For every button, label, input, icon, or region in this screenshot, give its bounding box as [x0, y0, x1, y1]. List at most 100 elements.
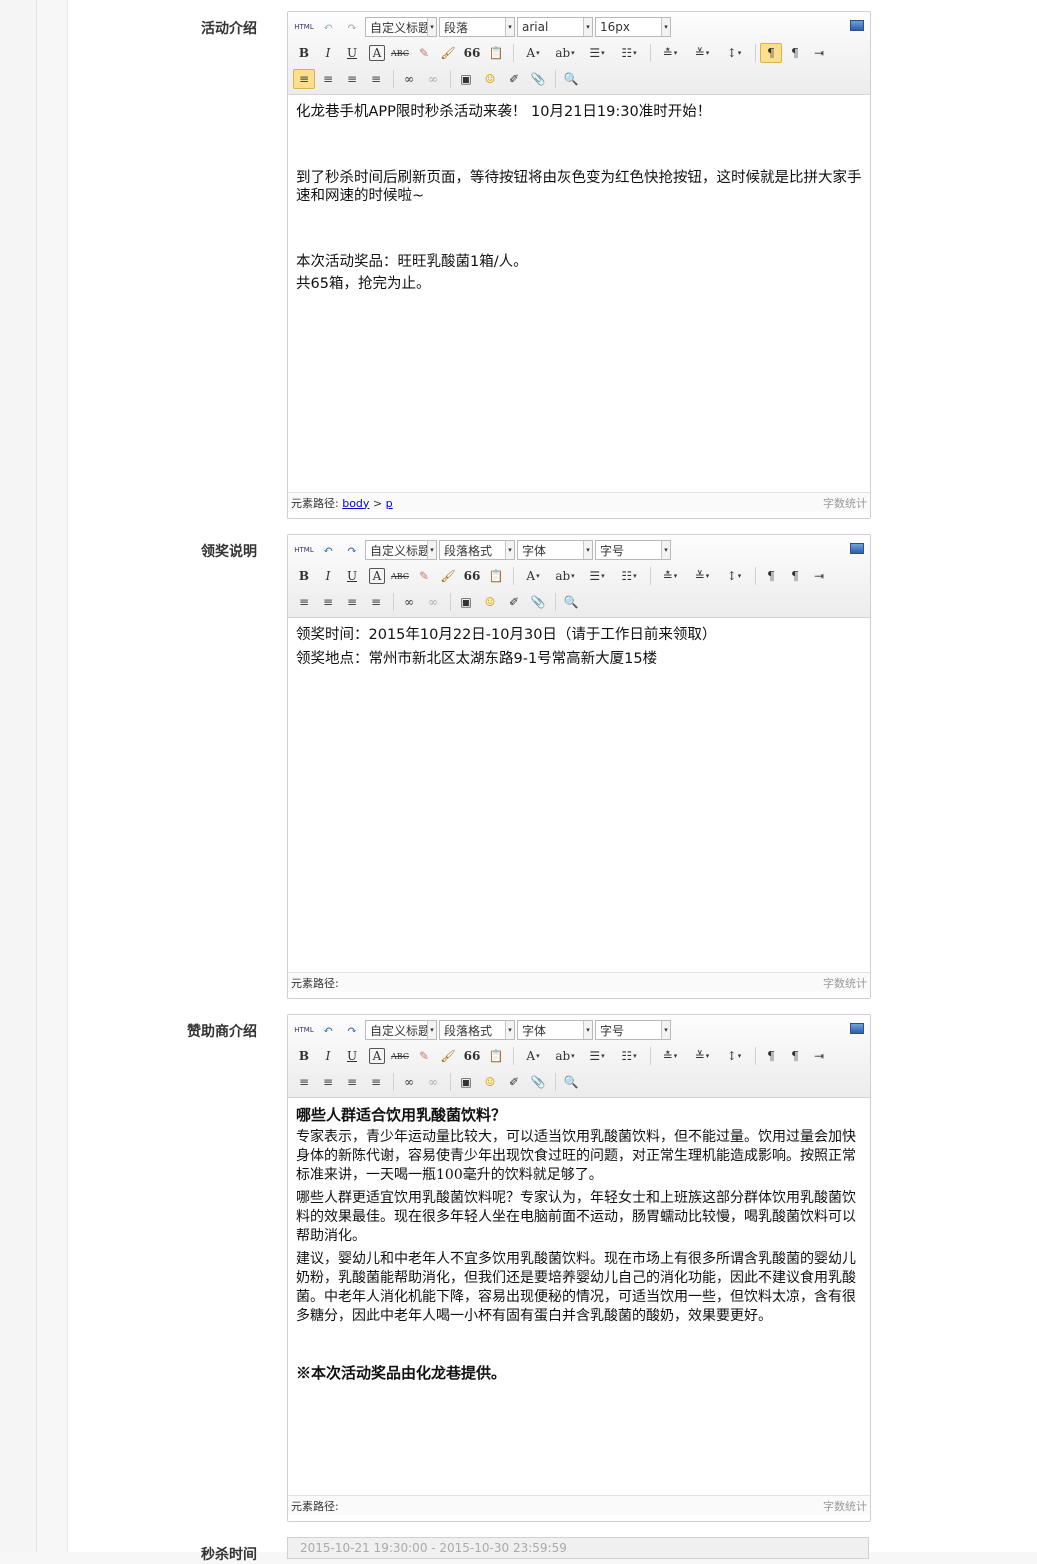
paste-plain-icon[interactable]: 📋: [485, 566, 507, 586]
eraser-icon[interactable]: ✎: [413, 566, 435, 586]
image-icon[interactable]: ▣: [455, 1072, 477, 1092]
emoticon-icon[interactable]: ☺: [479, 69, 501, 89]
font-family-select[interactable]: 字体 ▾: [517, 1020, 593, 1040]
font-family-select[interactable]: arial ▾: [517, 17, 593, 37]
indent-icon[interactable]: ⇥: [808, 43, 830, 63]
editor-content[interactable]: 哪些人群适合饮用乳酸菌饮料？ 专家表示，青少年运动量比较大，可以适当饮用乳酸菌饮…: [288, 1098, 870, 1495]
font-color-button[interactable]: A ▾: [518, 566, 548, 586]
indent-icon[interactable]: ⇥: [808, 1046, 830, 1066]
ordered-list-icon[interactable]: ☰ ▾: [582, 566, 612, 586]
highlight-color-icon[interactable]: ab ▾: [550, 566, 580, 586]
align-justify-icon[interactable]: ≡: [365, 592, 387, 612]
format-brush-icon[interactable]: 🖌: [437, 566, 459, 586]
underline-button[interactable]: U: [341, 566, 363, 586]
strikethrough-button[interactable]: ABC: [389, 566, 411, 586]
search-icon[interactable]: 🔍: [560, 69, 582, 89]
underline-button[interactable]: U: [341, 43, 363, 63]
redo-icon[interactable]: ↷: [341, 17, 363, 37]
attachment-icon[interactable]: 📎: [527, 1072, 549, 1092]
format-brush-icon[interactable]: 🖌: [437, 43, 459, 63]
search-icon[interactable]: 🔍: [560, 592, 582, 612]
link-icon[interactable]: ∞: [398, 592, 420, 612]
word-count[interactable]: 字数统计: [823, 975, 867, 991]
blockquote-button[interactable]: 66: [461, 1046, 483, 1066]
highlight-color-icon[interactable]: ab ▾: [550, 1046, 580, 1066]
row-spacing-top-icon[interactable]: ≛ ▾: [655, 43, 685, 63]
align-center-icon[interactable]: ≡: [317, 592, 339, 612]
fullscreen-icon[interactable]: [850, 543, 864, 554]
path-link-p[interactable]: p: [386, 497, 393, 510]
align-right-icon[interactable]: ≡: [341, 69, 363, 89]
align-left-icon[interactable]: ≡: [293, 592, 315, 612]
paste-plain-icon[interactable]: 📋: [485, 43, 507, 63]
fontborder-button[interactable]: A: [369, 1048, 385, 1064]
eraser-icon[interactable]: ✎: [413, 1046, 435, 1066]
strikethrough-button[interactable]: ABC: [389, 43, 411, 63]
ordered-list-icon[interactable]: ☰ ▾: [582, 43, 612, 63]
align-justify-icon[interactable]: ≡: [365, 69, 387, 89]
row-spacing-top-icon[interactable]: ≛ ▾: [655, 1046, 685, 1066]
bold-button[interactable]: B: [293, 43, 315, 63]
font-size-select[interactable]: 字号 ▾: [595, 540, 671, 560]
heading-select[interactable]: 自定义标题 ▾: [365, 540, 437, 560]
blockquote-button[interactable]: 66: [461, 566, 483, 586]
unordered-list-icon[interactable]: ☷ ▾: [614, 1046, 644, 1066]
unordered-list-icon[interactable]: ☷ ▾: [614, 43, 644, 63]
row-spacing-bottom-icon[interactable]: ≚ ▾: [687, 1046, 717, 1066]
redo-icon[interactable]: ↷: [341, 1020, 363, 1040]
paragraph-select[interactable]: 段落 ▾: [439, 17, 515, 37]
italic-button[interactable]: I: [317, 43, 339, 63]
emoticon-icon[interactable]: ☺: [479, 1072, 501, 1092]
seckill-time-input[interactable]: 2015-10-21 19:30:00 - 2015-10-30 23:59:5…: [287, 1537, 869, 1559]
eraser-icon[interactable]: ✎: [413, 43, 435, 63]
strikethrough-button[interactable]: ABC: [389, 1046, 411, 1066]
align-right-icon[interactable]: ≡: [341, 592, 363, 612]
fullscreen-icon[interactable]: [850, 1023, 864, 1034]
rtl-direction-icon[interactable]: ¶: [784, 43, 806, 63]
paragraph-select[interactable]: 段落格式 ▾: [439, 1020, 515, 1040]
link-icon[interactable]: ∞: [398, 1072, 420, 1092]
font-size-select[interactable]: 字号 ▾: [595, 1020, 671, 1040]
align-center-icon[interactable]: ≡: [317, 69, 339, 89]
ordered-list-icon[interactable]: ☰ ▾: [582, 1046, 612, 1066]
html-source-button[interactable]: HTML: [293, 17, 315, 37]
fullscreen-icon[interactable]: [850, 20, 864, 31]
unlink-icon[interactable]: ∞: [422, 1072, 444, 1092]
emoticon-icon[interactable]: ☺: [479, 592, 501, 612]
italic-button[interactable]: I: [317, 1046, 339, 1066]
unlink-icon[interactable]: ∞: [422, 69, 444, 89]
undo-icon[interactable]: ↶: [317, 540, 339, 560]
editor-content[interactable]: 化龙巷手机APP限时秒杀活动来袭！ 10月21日19:30准时开始！ 到了秒杀时…: [288, 95, 870, 492]
scrawl-icon[interactable]: ✐: [503, 1072, 525, 1092]
align-justify-icon[interactable]: ≡: [365, 1072, 387, 1092]
line-height-icon[interactable]: ↕ ▾: [719, 1046, 749, 1066]
attachment-icon[interactable]: 📎: [527, 592, 549, 612]
highlight-color-icon[interactable]: ab ▾: [550, 43, 580, 63]
font-family-select[interactable]: 字体 ▾: [517, 540, 593, 560]
paste-plain-icon[interactable]: 📋: [485, 1046, 507, 1066]
html-source-button[interactable]: HTML: [293, 540, 315, 560]
row-spacing-bottom-icon[interactable]: ≚ ▾: [687, 566, 717, 586]
bold-button[interactable]: B: [293, 566, 315, 586]
ltr-direction-icon[interactable]: ¶: [760, 566, 782, 586]
undo-icon[interactable]: ↶: [317, 17, 339, 37]
ltr-direction-icon[interactable]: ¶: [760, 43, 782, 63]
rtl-direction-icon[interactable]: ¶: [784, 566, 806, 586]
row-spacing-top-icon[interactable]: ≛ ▾: [655, 566, 685, 586]
scrawl-icon[interactable]: ✐: [503, 592, 525, 612]
row-spacing-bottom-icon[interactable]: ≚ ▾: [687, 43, 717, 63]
italic-button[interactable]: I: [317, 566, 339, 586]
align-left-icon[interactable]: ≡: [293, 1072, 315, 1092]
attachment-icon[interactable]: 📎: [527, 69, 549, 89]
align-center-icon[interactable]: ≡: [317, 1072, 339, 1092]
blockquote-button[interactable]: 66: [461, 43, 483, 63]
link-icon[interactable]: ∞: [398, 69, 420, 89]
underline-button[interactable]: U: [341, 1046, 363, 1066]
undo-icon[interactable]: ↶: [317, 1020, 339, 1040]
path-link-body[interactable]: body: [342, 497, 369, 510]
fontborder-button[interactable]: A: [369, 45, 385, 61]
image-icon[interactable]: ▣: [455, 69, 477, 89]
editor-content[interactable]: 领奖时间：2015年10月22日-10月30日（请于工作日前来领取） 领奖地点：…: [288, 618, 870, 972]
line-height-icon[interactable]: ↕ ▾: [719, 43, 749, 63]
ltr-direction-icon[interactable]: ¶: [760, 1046, 782, 1066]
